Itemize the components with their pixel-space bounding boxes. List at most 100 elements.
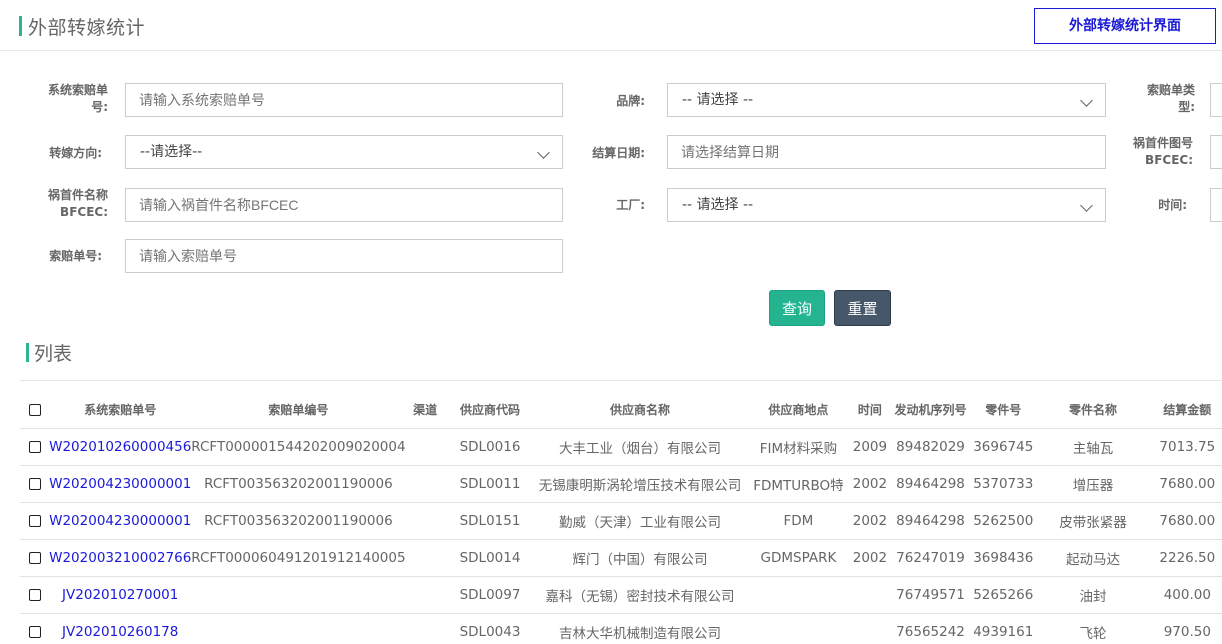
table-cell: SDL0016 (444, 428, 536, 466)
table-cell: SDL0011 (444, 465, 536, 503)
table-cell: 3698436 (973, 539, 1034, 577)
table-cell (405, 539, 445, 577)
list-accent-bar (26, 343, 29, 362)
table-row[interactable]: W202004230000001 RCFT003563202001190006 SD… (20, 502, 1222, 540)
part-name-label: 祸首件名称BFCEC: (47, 188, 108, 219)
table-cell: 2226.50 (1152, 539, 1222, 577)
part-name-input[interactable] (125, 188, 563, 222)
table-row[interactable]: JV202010270001 SDL0097 嘉科（无锡）密封技术有限公司 76749… (20, 576, 1222, 614)
row-select-cell[interactable] (20, 465, 50, 503)
direction-label: 转嫁方向: (49, 146, 102, 160)
table-cell (405, 576, 445, 614)
claim-no-link[interactable]: W202004230000001 (49, 465, 192, 503)
page: 外部转嫁统计 外部转嫁统计界面 系统索赔单号: 品牌: -- 请选择 -- 索赔… (0, 0, 1222, 644)
chevron-down-icon (537, 146, 550, 159)
table-cell (405, 465, 445, 503)
direction-select-value: --请选择-- (140, 144, 203, 160)
table-cell: RCFT003563202001190006 (191, 465, 406, 503)
table-cell: RCFT003563202001190006 (191, 502, 406, 540)
time-label: 时间: (1158, 198, 1187, 212)
table-cell: 增压器 (1033, 465, 1153, 503)
settle-date-label: 结算日期: (592, 146, 645, 160)
column-header[interactable]: 发动机序列号 (887, 390, 974, 429)
table-row[interactable]: JV202010260178 SDL0043 吉林大华机械制造有限公司 7656524… (20, 613, 1222, 644)
row-select-cell[interactable] (20, 502, 50, 540)
claim-no-label: 系统索赔单号: (47, 83, 108, 114)
claim-order-input[interactable] (125, 239, 563, 273)
claim-type-select[interactable] (1210, 83, 1222, 117)
claim-type-label: 索赔单类型: (1146, 83, 1195, 114)
column-header[interactable]: 系统索赔单号 (49, 390, 192, 429)
claim-no-link[interactable]: JV202010260178 (49, 613, 192, 644)
column-header[interactable]: 供应商代码 (444, 390, 536, 429)
brand-select-value: -- 请选择 -- (682, 92, 754, 108)
table-cell (191, 613, 406, 644)
table-cell: GDMSPARK (744, 539, 852, 577)
row-select-cell[interactable] (20, 576, 50, 614)
claim-no-link[interactable]: JV202010270001 (49, 576, 192, 614)
row-select-cell[interactable] (20, 539, 50, 577)
table-cell: 970.50 (1152, 613, 1222, 644)
brand-label: 品牌: (616, 94, 645, 108)
row-checkbox[interactable] (28, 552, 41, 564)
column-header[interactable]: 时间 (851, 390, 888, 429)
claim-no-link[interactable]: W202003210002766 (49, 539, 192, 577)
table-cell: 4939161 (973, 613, 1034, 644)
part-drawing-input[interactable] (1210, 135, 1222, 169)
table-row[interactable]: W202003210002766 RCFT00006049120191214000… (20, 539, 1222, 577)
table-cell: 2002 (851, 502, 888, 540)
brand-select[interactable]: -- 请选择 -- (667, 83, 1106, 117)
table-cell (405, 613, 445, 644)
claim-no-link[interactable]: W202010260000456 (49, 428, 192, 466)
column-header[interactable]: 渠道 (405, 390, 445, 429)
table-cell (744, 613, 852, 644)
row-select-cell[interactable] (20, 428, 50, 466)
select-all-checkbox[interactable] (28, 403, 41, 416)
table-cell: 76247019 (887, 539, 974, 577)
table-cell: 大丰工业（烟台）有限公司 (535, 428, 745, 466)
table-cell: 89464298 (887, 465, 974, 503)
table-cell (851, 576, 888, 614)
select-all-cell[interactable] (20, 390, 50, 429)
factory-select-value: -- 请选择 -- (682, 197, 754, 213)
column-header[interactable]: 结算金额 (1152, 390, 1222, 429)
table-cell: FDMTURBO特 (744, 465, 852, 503)
reset-button[interactable]: 重置 (834, 290, 891, 326)
column-header[interactable]: 索赔单编号 (191, 390, 406, 429)
row-checkbox[interactable] (28, 441, 41, 453)
settle-date-input[interactable] (667, 135, 1106, 169)
claim-no-input[interactable] (125, 83, 563, 117)
table-cell (191, 576, 406, 614)
claim-no-link[interactable]: W202004230000001 (49, 502, 192, 540)
title-bar: 外部转嫁统计 外部转嫁统计界面 (0, 0, 1222, 51)
row-checkbox[interactable] (28, 478, 41, 490)
table-cell (851, 613, 888, 644)
query-button[interactable]: 查询 (769, 290, 825, 326)
table-cell: 7013.75 (1152, 428, 1222, 466)
table-cell: 2002 (851, 539, 888, 577)
factory-select[interactable]: -- 请选择 -- (667, 188, 1106, 222)
chevron-down-icon (1080, 199, 1093, 212)
row-select-cell[interactable] (20, 613, 50, 644)
row-checkbox[interactable] (28, 589, 41, 601)
table-cell: 主轴瓦 (1033, 428, 1153, 466)
table-cell: 辉门（中国）有限公司 (535, 539, 745, 577)
table-row[interactable]: W202010260000456 RCFT00000154420200902000… (20, 428, 1222, 466)
table-cell: SDL0151 (444, 502, 536, 540)
row-checkbox[interactable] (28, 626, 41, 638)
time-input[interactable] (1210, 188, 1222, 222)
table-header-row: 系统索赔单号 索赔单编号 渠道 供应商代码 供应商名称 供应商地点 时间 发动机… (20, 390, 1222, 429)
column-header[interactable]: 零件名称 (1033, 390, 1153, 429)
column-header[interactable]: 供应商名称 (535, 390, 745, 429)
page-title: 外部转嫁统计 (28, 17, 146, 39)
table-row[interactable]: W202004230000001 RCFT003563202001190006 SD… (20, 465, 1222, 503)
table-cell: 5262500 (973, 502, 1034, 540)
column-header[interactable]: 供应商地点 (744, 390, 852, 429)
row-checkbox[interactable] (28, 515, 41, 527)
column-header[interactable]: 零件号 (973, 390, 1034, 429)
list-title: 列表 (34, 343, 73, 365)
table-cell: 3696745 (973, 428, 1034, 466)
table-cell: RCFT000001544202009020004 (191, 428, 406, 466)
direction-select[interactable]: --请选择-- (125, 135, 563, 169)
results-table: 系统索赔单号 索赔单编号 渠道 供应商代码 供应商名称 供应商地点 时间 发动机… (20, 390, 1222, 644)
